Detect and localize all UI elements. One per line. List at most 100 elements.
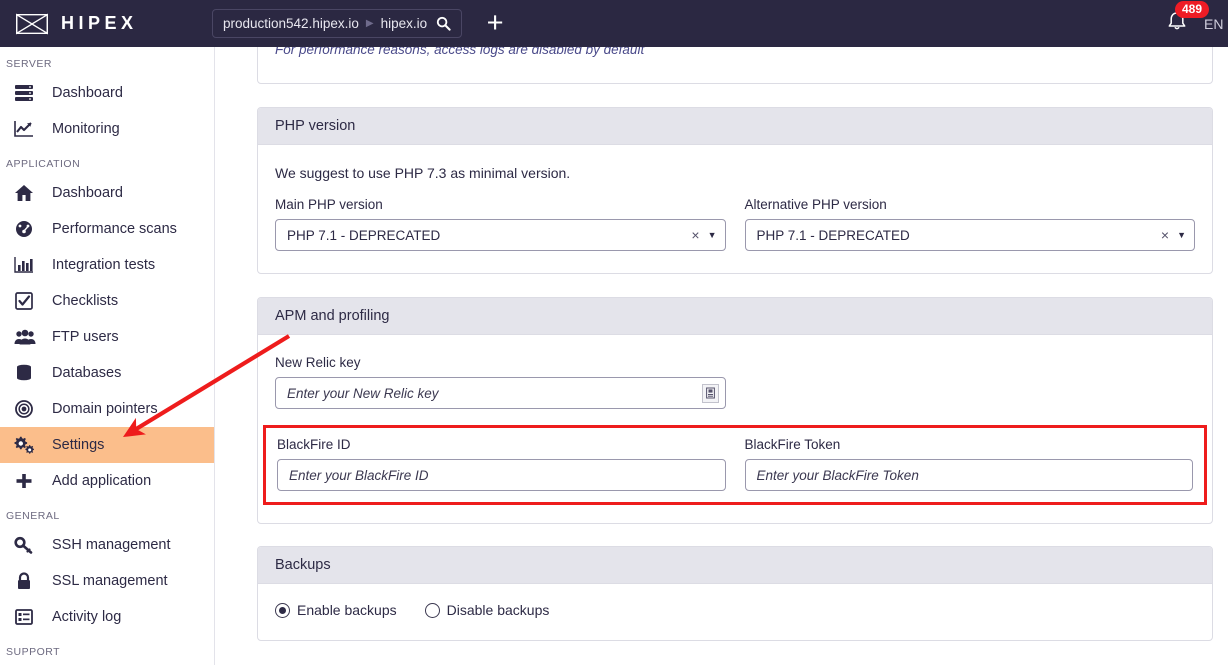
sidebar-item-activity-log[interactable]: Activity log <box>0 599 214 635</box>
sidebar-item-performance-scans[interactable]: Performance scans <box>0 211 214 247</box>
alternative-php-version-value: PHP 7.1 - DEPRECATED <box>756 227 910 243</box>
notification-badge: 489 <box>1175 1 1210 18</box>
new-relic-input[interactable]: Enter your New Relic key <box>275 377 726 409</box>
clipboard-icon[interactable] <box>701 383 719 403</box>
disable-backups-label: Disable backups <box>446 602 550 618</box>
gauge-icon <box>14 220 44 238</box>
new-relic-field: New Relic key Enter your New Relic key <box>275 355 726 409</box>
target-icon <box>14 400 44 418</box>
apm-profiling-panel: APM and profiling New Relic key Enter yo… <box>257 297 1213 524</box>
sidebar-item-add-application[interactable]: Add application <box>0 463 214 499</box>
sidebar-item-label: Settings <box>52 437 105 453</box>
breadcrumb-application[interactable]: hipex.io <box>381 16 428 31</box>
chevron-down-icon[interactable]: ▼ <box>708 230 717 240</box>
chevron-right-icon: ▶ <box>365 18 374 29</box>
sidebar-item-ssl-management[interactable]: SSL management <box>0 563 214 599</box>
backups-title: Backups <box>258 547 1212 584</box>
radio-selected-icon[interactable] <box>275 602 290 618</box>
enable-backups-label: Enable backups <box>297 602 397 618</box>
php-suggestion-text: We suggest to use PHP 7.3 as minimal ver… <box>275 165 571 181</box>
radio-unselected-icon[interactable] <box>424 602 440 618</box>
backups-panel: Backups Enable backups Disable backups <box>257 546 1213 641</box>
sidebar-item-label: Monitoring <box>52 121 120 137</box>
bar-chart-icon <box>14 256 44 274</box>
sidebar-item-checklists[interactable]: Checklists <box>0 283 214 319</box>
breadcrumb[interactable]: production542.hipex.io ▶ hipex.io <box>212 9 463 38</box>
key-icon <box>14 536 44 554</box>
sidebar-item-settings[interactable]: Settings <box>0 427 214 463</box>
sidebar: SERVER Dashboard Monitoring APPLICATION <box>0 47 215 665</box>
blackfire-token-input[interactable]: Enter your BlackFire Token <box>744 459 1193 491</box>
sidebar-item-ftp-users[interactable]: FTP users <box>0 319 214 355</box>
sidebar-group-server: SERVER <box>6 58 52 70</box>
gears-icon <box>14 436 44 455</box>
sidebar-item-label: Activity log <box>52 609 122 625</box>
sidebar-item-domain-pointers[interactable]: Domain pointers <box>0 391 214 427</box>
search-icon[interactable] <box>436 16 451 31</box>
plus-icon <box>14 472 44 490</box>
brand-logo[interactable]: HIPEX <box>0 9 200 39</box>
sidebar-item-label: Dashboard <box>52 85 123 101</box>
hipex-logo-icon <box>15 9 49 39</box>
sidebar-item-label: Performance scans <box>52 221 177 237</box>
clear-icon[interactable]: × <box>687 227 707 243</box>
access-logs-panel: For performance reasons, access logs are… <box>257 47 1213 84</box>
blackfire-id-label: BlackFire ID <box>277 437 351 452</box>
list-icon <box>14 608 44 626</box>
users-icon <box>14 328 44 346</box>
sidebar-item-app-dashboard[interactable]: Dashboard <box>0 175 214 211</box>
lock-icon <box>14 572 44 590</box>
main-php-version-field: Main PHP version PHP 7.1 - DEPRECATED × … <box>275 197 726 251</box>
alternative-php-version-label: Alternative PHP version <box>744 197 887 212</box>
top-bar: HIPEX production542.hipex.io ▶ hipex.io … <box>0 0 1228 47</box>
blackfire-highlight-box: BlackFire ID Enter your BlackFire ID Bla… <box>263 425 1207 505</box>
sidebar-item-label: Integration tests <box>52 257 156 273</box>
sidebar-item-label: SSH management <box>52 537 171 553</box>
breadcrumb-server[interactable]: production542.hipex.io <box>223 16 359 31</box>
php-version-panel: PHP version We suggest to use PHP 7.3 as… <box>257 107 1213 274</box>
sidebar-item-databases[interactable]: Databases <box>0 355 214 391</box>
sidebar-item-label: FTP users <box>52 329 119 345</box>
backups-options: Enable backups Disable backups <box>275 602 1195 618</box>
new-relic-placeholder: Enter your New Relic key <box>287 385 439 401</box>
php-version-fields: Main PHP version PHP 7.1 - DEPRECATED × … <box>275 197 1195 251</box>
blackfire-token-field: BlackFire Token Enter your BlackFire Tok… <box>744 437 1193 491</box>
sidebar-group-general: GENERAL <box>6 510 60 522</box>
check-square-icon <box>14 292 44 310</box>
alternative-php-version-select[interactable]: PHP 7.1 - DEPRECATED × ▼ <box>744 219 1195 251</box>
blackfire-row: BlackFire ID Enter your BlackFire ID Bla… <box>277 437 1193 491</box>
sidebar-group-application: APPLICATION <box>6 158 81 170</box>
brand-name: HIPEX <box>61 13 138 33</box>
php-version-title: PHP version <box>258 108 1212 145</box>
chevron-down-icon[interactable]: ▼ <box>1177 230 1186 240</box>
sidebar-item-ssh-management[interactable]: SSH management <box>0 527 214 563</box>
blackfire-token-label: BlackFire Token <box>744 437 841 452</box>
sidebar-item-label: Dashboard <box>52 185 123 201</box>
sidebar-item-label: Checklists <box>52 293 119 309</box>
blackfire-id-placeholder: Enter your BlackFire ID <box>289 467 429 483</box>
main-php-version-select[interactable]: PHP 7.1 - DEPRECATED × ▼ <box>275 219 726 251</box>
add-button[interactable]: + <box>480 9 510 39</box>
access-logs-note: For performance reasons, access logs are… <box>275 47 645 57</box>
chart-line-icon <box>14 120 44 138</box>
apm-profiling-title: APM and profiling <box>258 298 1212 335</box>
enable-backups-option[interactable]: Enable backups <box>275 602 397 618</box>
sidebar-group-support: SUPPORT <box>6 646 61 658</box>
sidebar-item-server-dashboard[interactable]: Dashboard <box>0 75 214 111</box>
home-icon <box>14 184 44 202</box>
clear-icon[interactable]: × <box>1157 227 1177 243</box>
language-selector[interactable]: EN <box>1204 16 1228 32</box>
sidebar-item-label: Add application <box>52 473 152 489</box>
sidebar-item-monitoring[interactable]: Monitoring <box>0 111 214 147</box>
new-relic-label: New Relic key <box>275 355 361 370</box>
main-content: For performance reasons, access logs are… <box>215 47 1228 665</box>
blackfire-token-placeholder: Enter your BlackFire Token <box>756 467 919 483</box>
blackfire-id-input[interactable]: Enter your BlackFire ID <box>277 459 726 491</box>
sidebar-item-label: Domain pointers <box>52 401 158 417</box>
main-php-version-label: Main PHP version <box>275 197 383 212</box>
notifications-button[interactable]: 489 <box>1150 0 1210 47</box>
sidebar-item-label: Databases <box>52 365 122 381</box>
sidebar-item-integration-tests[interactable]: Integration tests <box>0 247 214 283</box>
blackfire-id-field: BlackFire ID Enter your BlackFire ID <box>277 437 726 491</box>
disable-backups-option[interactable]: Disable backups <box>424 602 550 618</box>
